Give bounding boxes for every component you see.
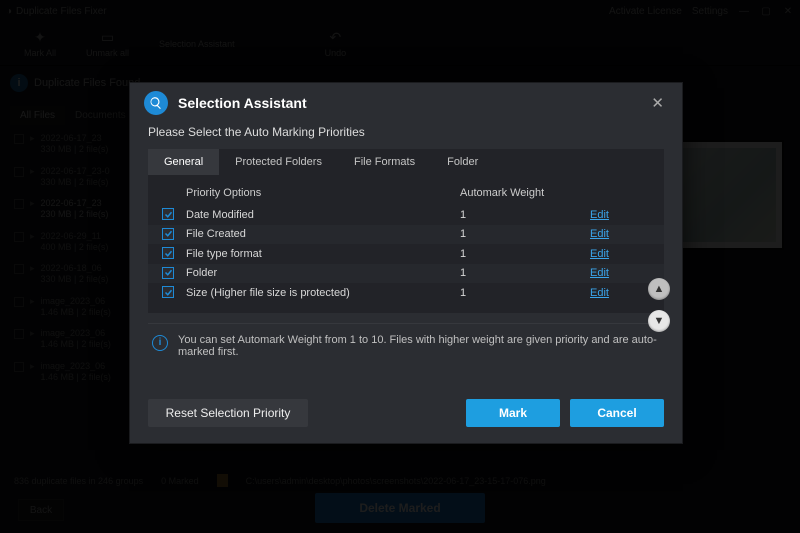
tab-general[interactable]: General — [148, 149, 219, 175]
col-priority: Priority Options — [186, 187, 460, 199]
cancel-button[interactable]: Cancel — [570, 399, 664, 427]
row-weight: 1 — [460, 248, 590, 260]
checkbox[interactable] — [162, 267, 174, 279]
edit-link[interactable]: Edit — [590, 287, 609, 299]
reset-priority-button[interactable]: Reset Selection Priority — [148, 399, 308, 427]
modal-subtitle: Please Select the Auto Marking Prioritie… — [130, 123, 682, 149]
tab-folder[interactable]: Folder — [431, 149, 494, 175]
scroll-down-icon[interactable]: ▼ — [648, 310, 670, 332]
info-icon: i — [152, 335, 168, 351]
row-weight: 1 — [460, 287, 590, 299]
tab-file-formats[interactable]: File Formats — [338, 149, 431, 175]
mark-button[interactable]: Mark — [466, 399, 560, 427]
row-weight: 1 — [460, 228, 590, 240]
row-label: Folder — [186, 267, 460, 279]
tab-protected-folders[interactable]: Protected Folders — [219, 149, 338, 175]
magnifier-icon — [144, 91, 168, 115]
priority-table: Priority Options Automark Weight Date Mo… — [148, 175, 664, 313]
edit-link[interactable]: Edit — [590, 248, 609, 260]
row-weight: 1 — [460, 209, 590, 221]
checkbox[interactable] — [162, 228, 174, 240]
modal-tabs: General Protected Folders File Formats F… — [148, 149, 664, 175]
checkbox[interactable] — [162, 208, 174, 220]
table-row: Size (Higher file size is protected) 1 E… — [148, 283, 664, 303]
edit-link[interactable]: Edit — [590, 209, 609, 221]
table-row: File Created 1 Edit — [148, 225, 664, 245]
modal-title: Selection Assistant — [178, 95, 307, 111]
row-label: Size (Higher file size is protected) — [186, 287, 460, 299]
table-row: Folder 1 Edit — [148, 264, 664, 284]
row-weight: 1 — [460, 267, 590, 279]
checkbox[interactable] — [162, 247, 174, 259]
close-icon[interactable]: ✕ — [647, 92, 668, 114]
note-text: You can set Automark Weight from 1 to 10… — [178, 334, 660, 358]
checkbox[interactable] — [162, 286, 174, 298]
row-label: File type format — [186, 248, 460, 260]
table-row: File type format 1 Edit — [148, 244, 664, 264]
edit-link[interactable]: Edit — [590, 228, 609, 240]
edit-link[interactable]: Edit — [590, 267, 609, 279]
row-label: Date Modified — [186, 209, 460, 221]
row-label: File Created — [186, 228, 460, 240]
selection-assistant-modal: Selection Assistant ✕ Please Select the … — [129, 82, 683, 444]
scroll-up-icon[interactable]: ▲ — [648, 278, 670, 300]
col-weight: Automark Weight — [460, 187, 590, 199]
table-row: Date Modified 1 Edit — [148, 205, 664, 225]
